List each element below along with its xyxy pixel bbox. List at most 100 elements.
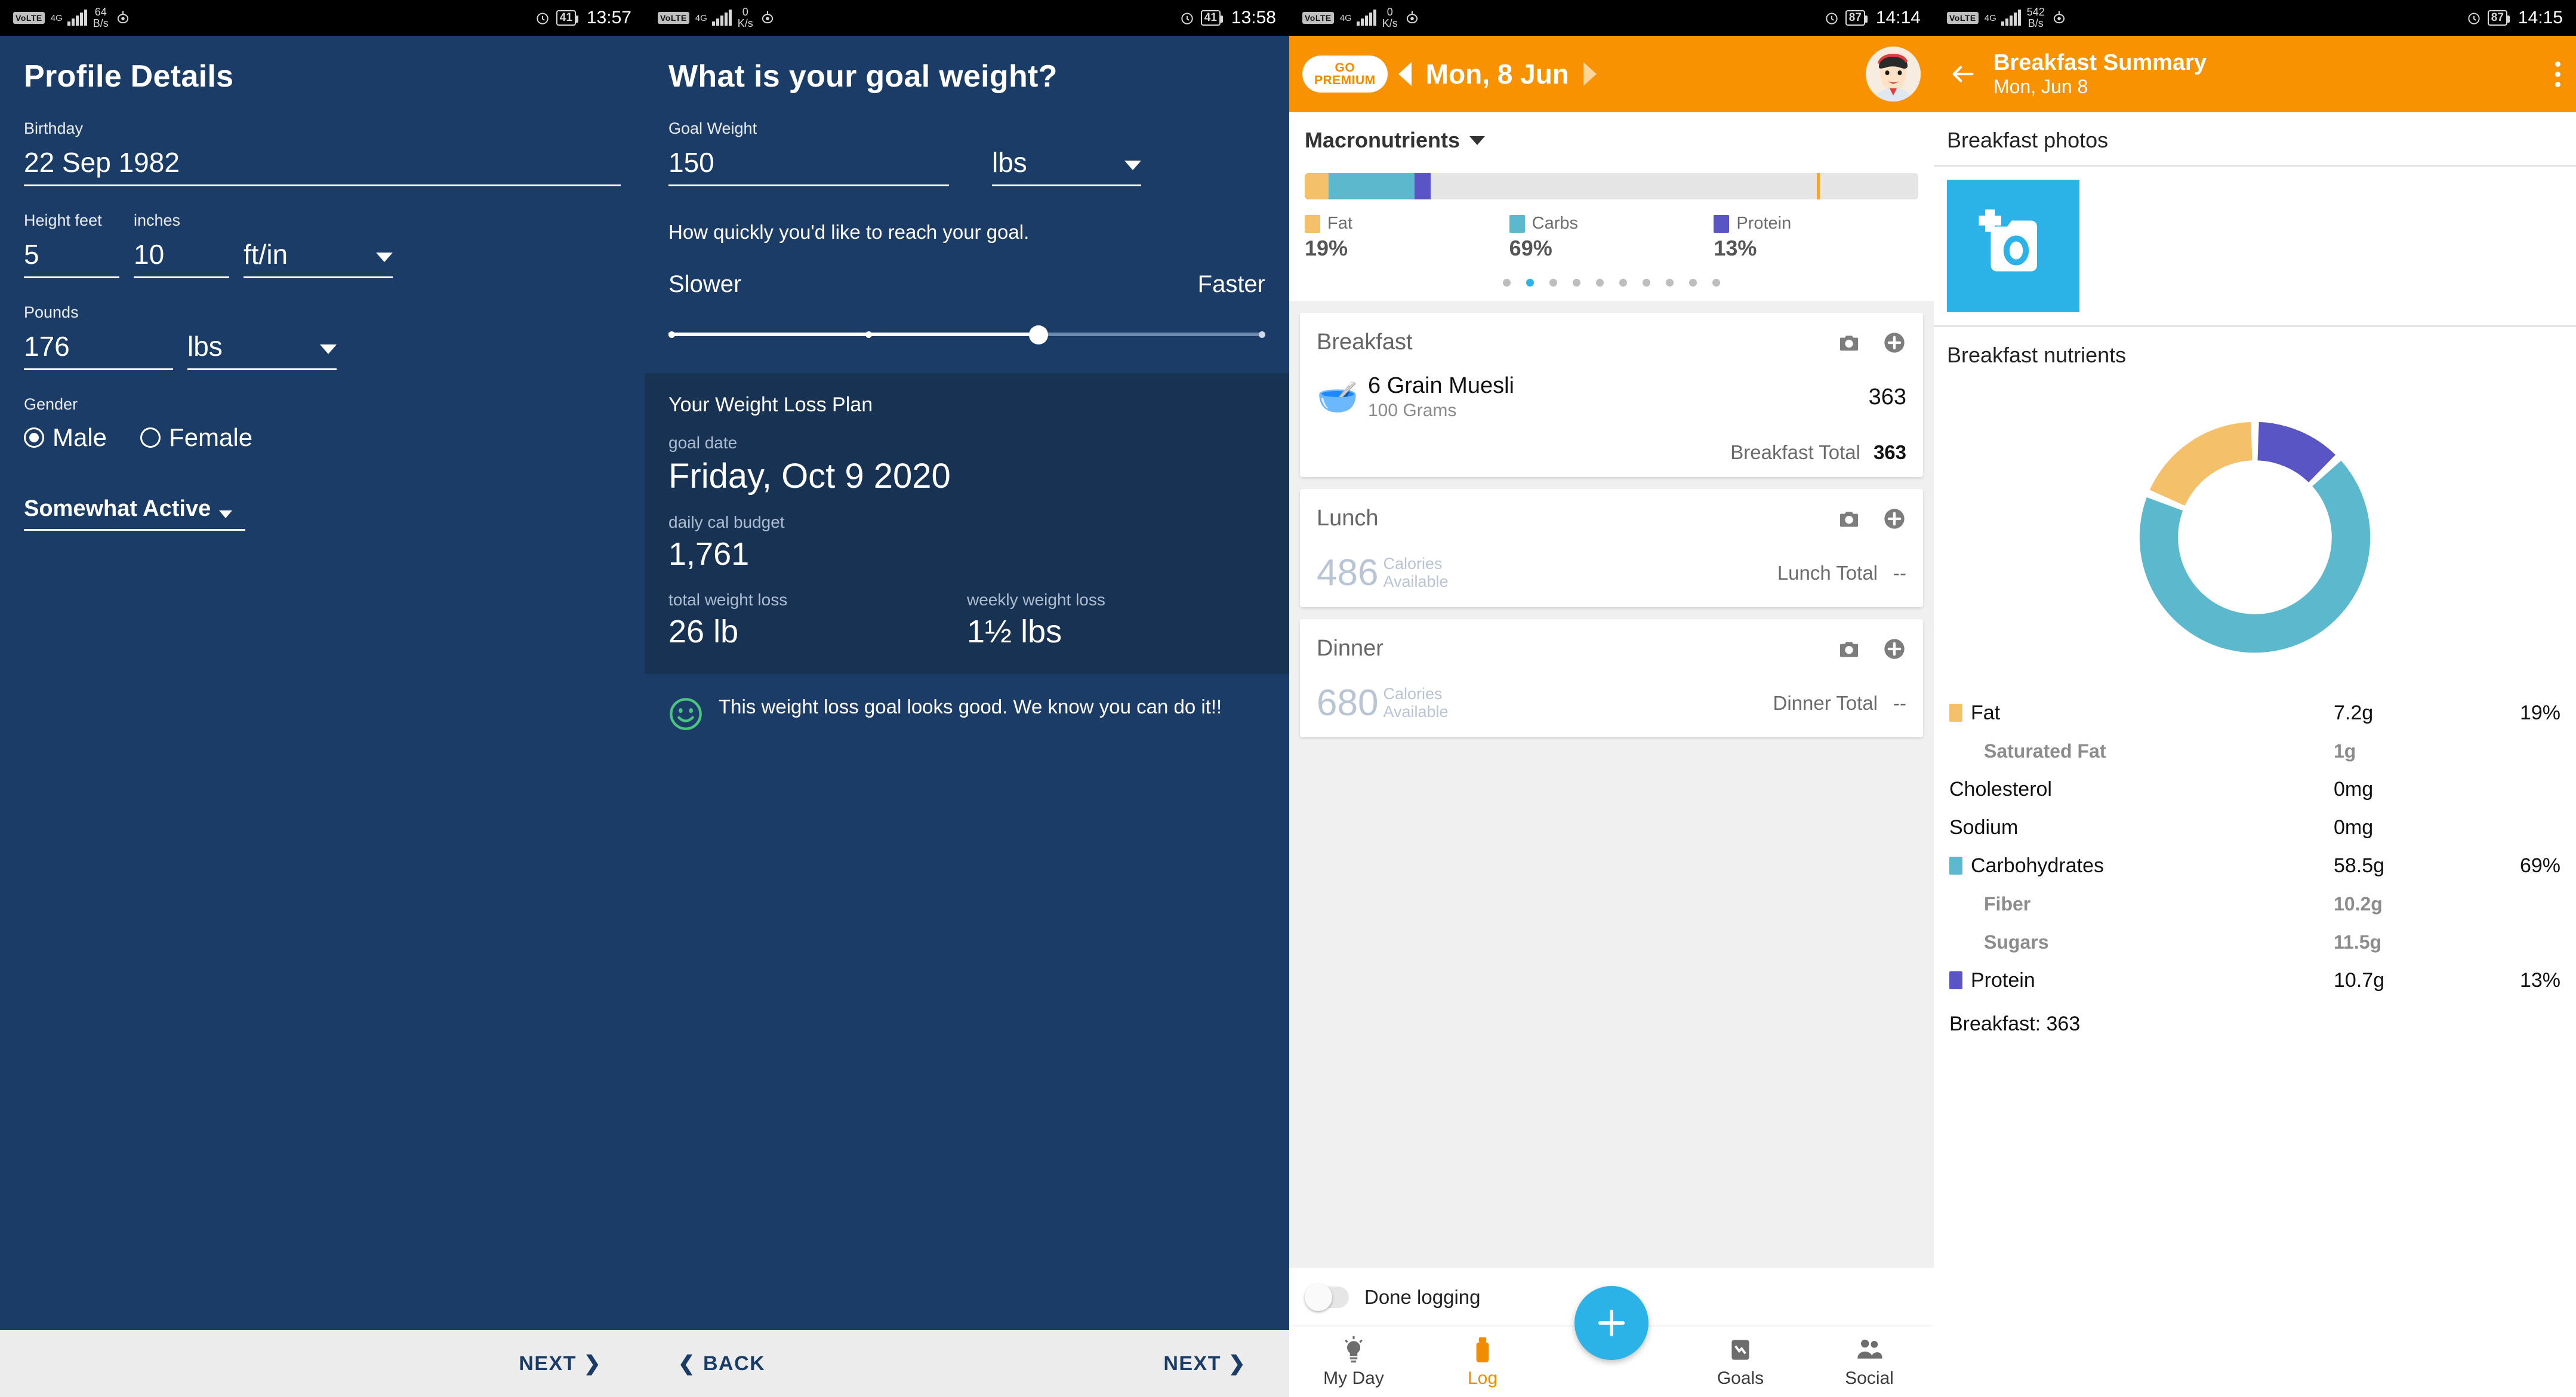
radio-male[interactable]: Male <box>24 423 107 452</box>
macronutrients-selector[interactable]: Macronutrients <box>1305 128 1918 153</box>
daily-cal-value: 1,761 <box>668 536 750 572</box>
bar-segment-protein <box>1414 173 1431 199</box>
meal-title: Lunch <box>1317 506 1379 531</box>
weight-unit-select[interactable]: lbs <box>187 327 337 370</box>
back-button[interactable]: ❮ BACK <box>678 1352 765 1376</box>
screen-breakfast-summary: VoLTE 4G 542 B/s 87 14:15 Breakfast Summ… <box>1934 0 2576 1397</box>
macronutrients-legend: Fat 19% Carbs 69% Protein 13% <box>1305 214 1918 261</box>
overflow-menu-icon[interactable] <box>2555 61 2560 87</box>
meal-card-dinner[interactable]: Dinner 680 Calories Available Dinner Tot… <box>1300 619 1923 737</box>
legend-label: Fat <box>1327 214 1352 233</box>
tab-log[interactable]: Log <box>1418 1335 1547 1389</box>
screen-profile-details: VoLTE 4G 64 B/s 41 13:57 Profile Details… <box>0 0 645 1397</box>
avatar[interactable] <box>1866 47 1921 101</box>
add-photo-icon <box>1979 209 2037 272</box>
nutrient-value: 7.2g <box>2334 701 2374 724</box>
page-dot[interactable] <box>1666 279 1674 287</box>
camera-icon[interactable] <box>1837 331 1861 355</box>
page-dot[interactable] <box>1619 279 1627 287</box>
height-unit-value: ft/in <box>244 239 288 270</box>
battery-icon: 87 <box>1845 10 1868 26</box>
meal-title: Dinner <box>1317 636 1383 661</box>
legend-value: 13% <box>1714 236 1757 260</box>
next-day-icon[interactable] <box>1583 62 1597 86</box>
weight-loss-speed-slider[interactable] <box>668 324 1265 344</box>
clock: 14:15 <box>2518 8 2563 27</box>
plus-icon <box>1598 1309 1625 1337</box>
camera-icon[interactable] <box>1837 507 1861 531</box>
volte-icon: VoLTE <box>1302 12 1334 24</box>
tab-label: Social <box>1845 1368 1894 1388</box>
alarm-icon <box>1181 13 1193 24</box>
page-dot[interactable] <box>1549 279 1557 287</box>
meal-card-lunch[interactable]: Lunch 486 Calories Available Lunch Total… <box>1300 489 1923 607</box>
legend-item-protein: Protein 13% <box>1714 214 1918 261</box>
page-title: Breakfast Summary <box>1993 50 2207 75</box>
height-unit-select[interactable]: ft/in <box>244 235 393 278</box>
go-premium-line2: PREMIUM <box>1314 73 1376 87</box>
go-premium-button[interactable]: GO PREMIUM <box>1302 55 1388 93</box>
go-premium-line1: GO <box>1335 60 1355 75</box>
goal-weight-input[interactable]: 150 <box>668 143 949 186</box>
add-photo-button[interactable] <box>1947 180 2079 312</box>
height-feet-input[interactable]: 5 <box>24 235 119 278</box>
nutrient-value: 10.7g <box>2334 968 2385 992</box>
network-speed-unit: K/s <box>737 17 753 29</box>
alarm-icon <box>2468 13 2480 24</box>
breakfast-summary-body: Breakfast Summary Mon, Jun 8 Breakfast p… <box>1934 36 2576 1397</box>
page-dot[interactable] <box>1643 279 1650 287</box>
back-arrow-icon[interactable] <box>1949 60 1977 88</box>
add-food-fab[interactable] <box>1574 1286 1648 1360</box>
calories-available-value: 486 <box>1317 552 1379 593</box>
donut-slice-protein <box>2257 421 2336 482</box>
radio-female[interactable]: Female <box>140 423 252 452</box>
tab-social[interactable]: Social <box>1805 1335 1934 1389</box>
chevron-right-icon: ❯ <box>584 1352 602 1375</box>
page-dot[interactable] <box>1596 279 1604 287</box>
nutrient-table: Fat 7.2g 19% Saturated Fat 1g Cholesterol 0mg S… <box>1934 688 2576 999</box>
meal-card-breakfast[interactable]: Breakfast 🥣 6 Grain Muesli 100 Grams 363 <box>1300 313 1923 477</box>
food-calories: 363 <box>1868 384 1906 410</box>
page-dot[interactable] <box>1503 279 1511 287</box>
page-dot[interactable] <box>1712 279 1720 287</box>
activity-level-select[interactable]: Somewhat Active <box>24 496 246 531</box>
previous-day-icon[interactable] <box>1398 62 1412 86</box>
camera-icon[interactable] <box>1837 637 1861 661</box>
food-list-item[interactable]: 🥣 6 Grain Muesli 100 Grams 363 <box>1317 373 1906 421</box>
next-button[interactable]: NEXT ❯ <box>519 1352 602 1376</box>
page-dot[interactable] <box>1689 279 1697 287</box>
slider-thumb[interactable] <box>1029 325 1048 344</box>
inches-label: inches <box>134 211 181 229</box>
height-inches-input[interactable]: 10 <box>134 235 229 278</box>
bar-segment-fat <box>1305 173 1329 199</box>
carousel-page-dots[interactable] <box>1305 279 1918 290</box>
add-icon[interactable] <box>1882 331 1906 355</box>
add-icon[interactable] <box>1882 637 1906 661</box>
next-button[interactable]: NEXT ❯ <box>1163 1352 1246 1376</box>
clock: 13:58 <box>1231 8 1276 27</box>
chevron-down-icon <box>1469 136 1486 145</box>
next-button-label: NEXT <box>519 1352 577 1375</box>
battery-icon: 87 <box>2487 10 2510 26</box>
goals-chart-icon <box>1676 1335 1805 1365</box>
calories-available-label-2: Available <box>1383 572 1449 590</box>
legend-swatch <box>1305 214 1320 233</box>
birthday-field[interactable]: 22 Sep 1982 <box>24 143 621 186</box>
nutrient-value: 11.5g <box>2334 931 2382 953</box>
done-logging-toggle[interactable] <box>1305 1284 1349 1311</box>
add-icon[interactable] <box>1882 507 1906 531</box>
pounds-input[interactable]: 176 <box>24 327 173 370</box>
tab-my-day[interactable]: My Day <box>1289 1335 1418 1389</box>
slider-tick <box>668 331 675 338</box>
current-date-label: Mon, 8 Jun <box>1425 59 1569 90</box>
weekly-loss-label: weekly weight loss <box>967 590 1105 609</box>
goal-weight-unit-select[interactable]: lbs <box>992 143 1141 186</box>
page-dot[interactable] <box>1573 279 1580 287</box>
donut-svg <box>2139 421 2371 653</box>
nutrient-value: 0mg <box>2334 777 2374 801</box>
radio-female-label: Female <box>169 423 253 451</box>
meal-title: Breakfast <box>1317 330 1413 355</box>
tab-goals[interactable]: Goals <box>1676 1335 1805 1389</box>
legend-item-fat: Fat 19% <box>1305 214 1509 261</box>
page-dot[interactable] <box>1526 279 1534 287</box>
